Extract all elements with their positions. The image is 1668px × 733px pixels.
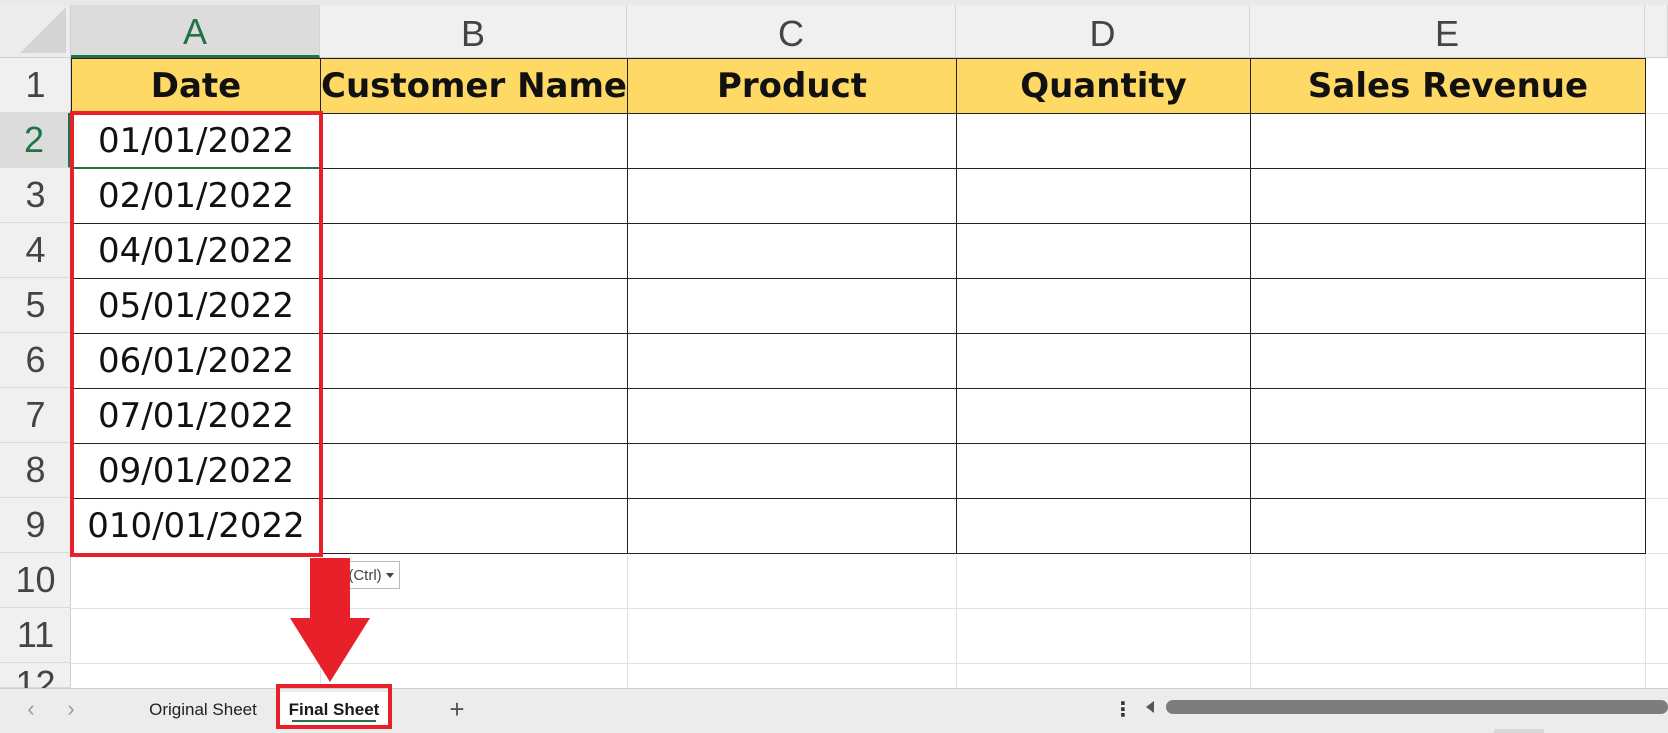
empty-cell-b9[interactable] [320, 498, 628, 554]
spreadsheet-window: ABCDE 1 2 3 4 5 6 7 8 9 10 11 12 Date Customer Name P… [0, 0, 1668, 733]
date-cell-a9[interactable]: 010/01/2022 [71, 498, 321, 554]
paste-options-label: (Ctrl) [348, 566, 382, 584]
header-cell-c1[interactable]: Product [627, 58, 957, 114]
empty-cell-b6[interactable] [320, 333, 628, 389]
active-tab-underline [292, 720, 376, 722]
chevron-left-icon[interactable]: ‹ [18, 696, 44, 722]
row-header-8[interactable]: 8 [0, 443, 71, 498]
tab-label: Original Sheet [149, 700, 257, 719]
empty-cell-c9[interactable] [627, 498, 957, 554]
window-edge [1494, 729, 1544, 733]
row-header-4[interactable]: 4 [0, 223, 71, 278]
gridline [71, 608, 1668, 609]
empty-cell-d6[interactable] [956, 333, 1251, 389]
empty-cell-b4[interactable] [320, 223, 628, 279]
date-cell-a7[interactable]: 07/01/2022 [71, 388, 321, 444]
empty-cell-e2[interactable] [1250, 113, 1646, 169]
empty-cell-d4[interactable] [956, 223, 1251, 279]
date-cell-a4[interactable]: 04/01/2022 [71, 223, 321, 279]
tab-final-sheet[interactable]: Final Sheet [278, 692, 390, 728]
column-header-d[interactable]: D [956, 5, 1250, 58]
select-all-button[interactable] [0, 5, 71, 58]
empty-cell-e5[interactable] [1250, 278, 1646, 334]
empty-cell-d9[interactable] [956, 498, 1251, 554]
date-cell-a6[interactable]: 06/01/2022 [71, 333, 321, 389]
empty-cell-c3[interactable] [627, 168, 957, 224]
empty-cell-c8[interactable] [627, 443, 957, 499]
chevron-right-icon[interactable]: › [58, 696, 84, 722]
column-header-a[interactable]: A [71, 5, 320, 58]
empty-cell-b2[interactable] [320, 113, 628, 169]
row-header-5[interactable]: 5 [0, 278, 71, 333]
gridline [71, 663, 1668, 664]
empty-cell-e8[interactable] [1250, 443, 1646, 499]
column-header-c[interactable]: C [627, 5, 956, 58]
header-cell-e1[interactable]: Sales Revenue [1250, 58, 1646, 114]
empty-cell-d8[interactable] [956, 443, 1251, 499]
empty-cell-e3[interactable] [1250, 168, 1646, 224]
column-header-f-partial[interactable] [1645, 5, 1668, 58]
date-cell-a5[interactable]: 05/01/2022 [71, 278, 321, 334]
tab-original-sheet[interactable]: Original Sheet [136, 692, 270, 728]
triangle-left-icon[interactable] [1146, 701, 1154, 713]
column-header-e[interactable]: E [1250, 5, 1645, 58]
row-header-7[interactable]: 7 [0, 388, 71, 443]
tab-label: Final Sheet [288, 700, 380, 719]
empty-cell-d2[interactable] [956, 113, 1251, 169]
date-cell-a8[interactable]: 09/01/2022 [71, 443, 321, 499]
vertical-ellipsis-icon[interactable]: ⋮ [1113, 696, 1133, 722]
column-header-b[interactable]: B [320, 5, 627, 58]
empty-cell-c4[interactable] [627, 223, 957, 279]
empty-cell-c6[interactable] [627, 333, 957, 389]
scrollbar-thumb[interactable] [1166, 700, 1668, 714]
row-header-12[interactable]: 12 [0, 663, 71, 704]
empty-cell-e7[interactable] [1250, 388, 1646, 444]
row-header-11[interactable]: 11 [0, 608, 71, 663]
row-header-10[interactable]: 10 [0, 553, 71, 608]
empty-cell-b3[interactable] [320, 168, 628, 224]
empty-cell-d3[interactable] [956, 168, 1251, 224]
empty-cell-b5[interactable] [320, 278, 628, 334]
row-header-2[interactable]: 2 [0, 113, 71, 168]
empty-cell-e6[interactable] [1250, 333, 1646, 389]
row-header-1[interactable]: 1 [0, 58, 71, 113]
plus-icon[interactable]: + [440, 692, 474, 726]
date-cell-a3[interactable]: 02/01/2022 [71, 168, 321, 224]
date-cell-a2[interactable]: 01/01/2022 [71, 113, 321, 169]
empty-cell-b7[interactable] [320, 388, 628, 444]
empty-cell-e4[interactable] [1250, 223, 1646, 279]
horizontal-scrollbar[interactable] [1146, 696, 1668, 718]
paste-options-button[interactable]: (Ctrl) [342, 561, 400, 589]
caret-down-icon [385, 572, 394, 578]
row-header-6[interactable]: 6 [0, 333, 71, 388]
header-cell-b1[interactable]: Customer Name [320, 58, 628, 114]
row-header-9[interactable]: 9 [0, 498, 71, 553]
empty-cell-c2[interactable] [627, 113, 957, 169]
empty-cell-c7[interactable] [627, 388, 957, 444]
header-cell-d1[interactable]: Quantity [956, 58, 1251, 114]
empty-cell-c5[interactable] [627, 278, 957, 334]
select-all-triangle-icon [20, 7, 66, 53]
empty-cell-b8[interactable] [320, 443, 628, 499]
row-header-3[interactable]: 3 [0, 168, 71, 223]
empty-cell-e9[interactable] [1250, 498, 1646, 554]
empty-cell-d5[interactable] [956, 278, 1251, 334]
empty-cell-d7[interactable] [956, 388, 1251, 444]
header-cell-a1[interactable]: Date [71, 58, 321, 114]
